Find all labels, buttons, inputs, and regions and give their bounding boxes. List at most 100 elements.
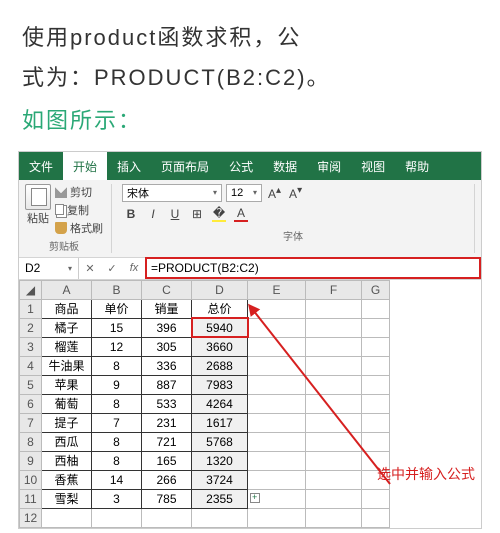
cell[interactable] — [92, 508, 142, 527]
cell[interactable]: 1617 — [192, 413, 248, 432]
cell[interactable] — [248, 299, 306, 318]
cell[interactable]: 葡萄 — [42, 394, 92, 413]
col-header-A[interactable]: A — [42, 280, 92, 299]
row-header-8[interactable]: 8 — [20, 432, 42, 451]
cell[interactable] — [362, 318, 390, 337]
border-button[interactable]: ⊞ — [188, 205, 206, 223]
cell[interactable] — [306, 489, 362, 508]
cell[interactable] — [362, 337, 390, 356]
col-header-D[interactable]: D — [192, 280, 248, 299]
font-color-button[interactable]: A — [232, 205, 250, 223]
cell[interactable]: 1320 — [192, 451, 248, 470]
cell[interactable]: 香蕉 — [42, 470, 92, 489]
cell[interactable]: 4264 — [192, 394, 248, 413]
cell[interactable] — [362, 394, 390, 413]
col-header-E[interactable]: E — [248, 280, 306, 299]
row-header-5[interactable]: 5 — [20, 375, 42, 394]
cell[interactable]: 提子 — [42, 413, 92, 432]
cell[interactable] — [306, 318, 362, 337]
bold-button[interactable]: B — [122, 205, 140, 223]
cut-button[interactable]: 剪切 — [55, 184, 103, 200]
row-header-3[interactable]: 3 — [20, 337, 42, 356]
cell[interactable]: 8 — [92, 451, 142, 470]
cell[interactable] — [248, 432, 306, 451]
cell[interactable] — [192, 508, 248, 527]
cell[interactable]: 305 — [142, 337, 192, 356]
cell[interactable] — [306, 299, 362, 318]
font-name-select[interactable]: 宋体▾ — [122, 184, 222, 202]
cell[interactable] — [248, 394, 306, 413]
cell[interactable]: 15 — [92, 318, 142, 337]
ribbon-tab-审阅[interactable]: 审阅 — [307, 152, 351, 180]
ribbon-tab-文件[interactable]: 文件 — [19, 152, 63, 180]
cell[interactable]: 3724 — [192, 470, 248, 489]
ribbon-tab-页面布局[interactable]: 页面布局 — [151, 152, 219, 180]
copy-button[interactable]: 复制 — [55, 202, 103, 218]
cell[interactable] — [362, 489, 390, 508]
ribbon-tab-数据[interactable]: 数据 — [263, 152, 307, 180]
col-header-C[interactable]: C — [142, 280, 192, 299]
ribbon-tab-公式[interactable]: 公式 — [219, 152, 263, 180]
row-header-7[interactable]: 7 — [20, 413, 42, 432]
row-header-10[interactable]: 10 — [20, 470, 42, 489]
formula-input[interactable]: =PRODUCT(B2:C2) — [145, 257, 481, 279]
cell[interactable]: 533 — [142, 394, 192, 413]
autofill-handle-icon[interactable] — [250, 493, 260, 503]
cell[interactable]: 3660 — [192, 337, 248, 356]
cell[interactable] — [142, 508, 192, 527]
cell[interactable]: 887 — [142, 375, 192, 394]
cell[interactable]: 785 — [142, 489, 192, 508]
header-cell[interactable]: 单价 — [92, 299, 142, 318]
select-all-cell[interactable]: ◢ — [20, 280, 42, 299]
row-header-9[interactable]: 9 — [20, 451, 42, 470]
cell[interactable] — [306, 375, 362, 394]
cell[interactable] — [306, 432, 362, 451]
cell[interactable] — [248, 451, 306, 470]
header-cell[interactable]: 商品 — [42, 299, 92, 318]
cell[interactable]: 5768 — [192, 432, 248, 451]
decrease-font-button[interactable]: A▾ — [287, 185, 304, 201]
cell[interactable]: 雪梨 — [42, 489, 92, 508]
cell[interactable] — [248, 413, 306, 432]
cell[interactable]: 8 — [92, 394, 142, 413]
header-cell[interactable]: 总价 — [192, 299, 248, 318]
paste-button[interactable]: 粘贴 — [25, 184, 51, 236]
font-size-select[interactable]: 12▾ — [226, 184, 262, 202]
row-header-12[interactable]: 12 — [20, 508, 42, 527]
fill-color-button[interactable]: � — [210, 205, 228, 223]
italic-button[interactable]: I — [144, 205, 162, 223]
cell[interactable] — [248, 337, 306, 356]
cell[interactable]: 西瓜 — [42, 432, 92, 451]
cell[interactable] — [362, 432, 390, 451]
name-box[interactable]: D2▾ — [19, 258, 79, 279]
row-header-4[interactable]: 4 — [20, 356, 42, 375]
col-header-G[interactable]: G — [362, 280, 390, 299]
cell[interactable]: 721 — [142, 432, 192, 451]
cell[interactable]: 7 — [92, 413, 142, 432]
row-header-6[interactable]: 6 — [20, 394, 42, 413]
cell[interactable]: 苹果 — [42, 375, 92, 394]
spreadsheet-grid[interactable]: ◢ABCDEFG1商品单价销量总价2橘子1539659403榴莲12305366… — [19, 280, 481, 528]
fx-button[interactable]: fx — [123, 262, 145, 274]
cell[interactable] — [362, 356, 390, 375]
row-header-2[interactable]: 2 — [20, 318, 42, 337]
cell[interactable] — [362, 413, 390, 432]
cell[interactable] — [248, 470, 306, 489]
cell[interactable]: 12 — [92, 337, 142, 356]
cell[interactable]: 396 — [142, 318, 192, 337]
col-header-F[interactable]: F — [306, 280, 362, 299]
cell[interactable]: 5940 — [192, 318, 248, 337]
increase-font-button[interactable]: A▴ — [266, 185, 283, 201]
cell[interactable]: 9 — [92, 375, 142, 394]
cell[interactable]: 牛油果 — [42, 356, 92, 375]
cell[interactable] — [306, 451, 362, 470]
cell[interactable]: 8 — [92, 356, 142, 375]
cell[interactable]: 165 — [142, 451, 192, 470]
cell[interactable] — [362, 375, 390, 394]
cell[interactable] — [306, 337, 362, 356]
cell[interactable]: 8 — [92, 432, 142, 451]
ribbon-tab-帮助[interactable]: 帮助 — [395, 152, 439, 180]
cell[interactable]: 2355 — [192, 489, 248, 508]
cell[interactable] — [306, 394, 362, 413]
cell[interactable] — [248, 375, 306, 394]
